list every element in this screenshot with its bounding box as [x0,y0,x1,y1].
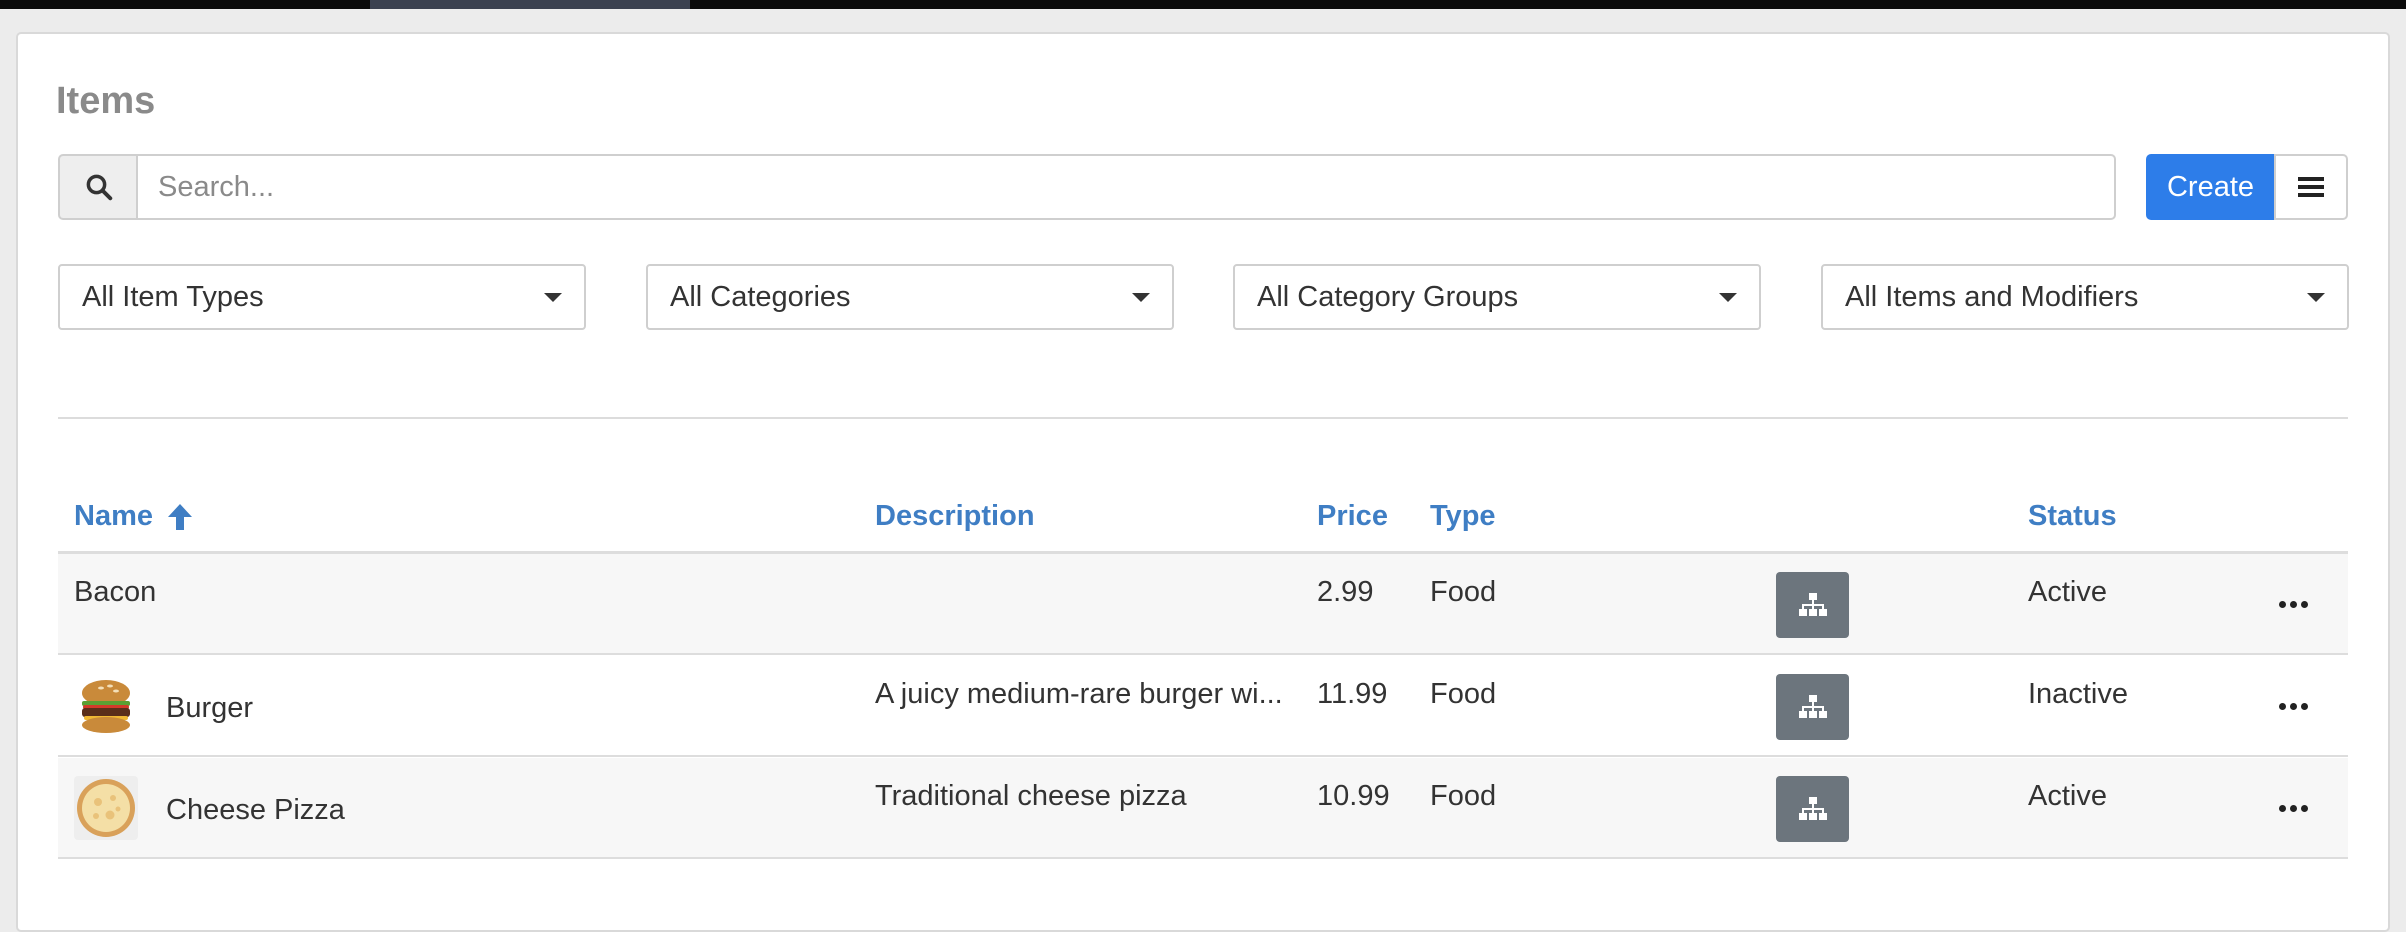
column-header-price[interactable]: Price [1317,500,1388,533]
item-type-filter[interactable]: All Item Types [58,264,586,330]
column-header-name-label: Name [74,500,153,532]
item-type: Food [1430,576,1497,608]
sitemap-icon [1798,593,1827,616]
category-group-filter[interactable]: All Category Groups [1233,264,1761,330]
row-actions-ellipsis-icon[interactable] [2279,703,2308,710]
item-status: Active [2028,576,2107,608]
table-row[interactable]: Burger A juicy medium-rare burger wi... … [58,656,2348,757]
active-nav-tab[interactable] [370,0,690,9]
modifiers-button[interactable] [1776,572,1849,638]
modifiers-button[interactable] [1776,674,1849,740]
item-name: Cheese Pizza [166,794,345,826]
menu-button[interactable] [2274,154,2348,220]
item-price: 2.99 [1317,576,1374,608]
pizza-thumbnail [74,776,138,840]
chevron-down-icon [2307,292,2325,302]
row-actions-ellipsis-icon[interactable] [2279,805,2308,812]
item-status: Inactive [2028,678,2128,710]
modifiers-button[interactable] [1776,776,1849,842]
sitemap-icon [1798,797,1827,820]
search-addon [58,154,138,220]
items-modifiers-filter[interactable]: All Items and Modifiers [1821,264,2349,330]
table-row[interactable]: Bacon 2.99 Food Active [58,554,2348,655]
row-actions-ellipsis-icon[interactable] [2279,601,2308,608]
section-divider [58,417,2348,419]
items-modifiers-filter-label: All Items and Modifiers [1845,280,2139,313]
burger-thumbnail [74,674,138,738]
item-description: Traditional cheese pizza [875,780,1187,812]
column-header-description[interactable]: Description [875,500,1035,533]
hamburger-menu-icon [2298,177,2324,197]
chevron-down-icon [1719,292,1737,302]
search-input[interactable] [136,154,2116,220]
top-navigation-bar [0,0,2406,9]
item-price: 10.99 [1317,780,1390,812]
chevron-down-icon [544,292,562,302]
arrow-up-icon [168,503,192,530]
column-header-type[interactable]: Type [1430,500,1496,533]
column-header-name[interactable]: Name [74,500,193,533]
category-filter[interactable]: All Categories [646,264,1174,330]
category-group-filter-label: All Category Groups [1257,280,1519,313]
item-type: Food [1430,678,1497,710]
create-button[interactable]: Create [2146,154,2275,220]
item-description: A juicy medium-rare burger wi... [875,678,1283,710]
page-title: Items [56,80,156,122]
item-price: 11.99 [1317,678,1388,710]
item-name: Burger [166,692,254,724]
item-name: Bacon [74,576,157,608]
item-type: Food [1430,780,1497,812]
item-type-filter-label: All Item Types [82,280,264,313]
item-status: Active [2028,780,2107,812]
sitemap-icon [1798,695,1827,718]
category-filter-label: All Categories [670,280,851,313]
table-row[interactable]: Cheese Pizza Traditional cheese pizza 10… [58,758,2348,859]
column-header-status[interactable]: Status [2028,500,2117,533]
chevron-down-icon [1132,292,1150,302]
search-icon [86,174,113,201]
